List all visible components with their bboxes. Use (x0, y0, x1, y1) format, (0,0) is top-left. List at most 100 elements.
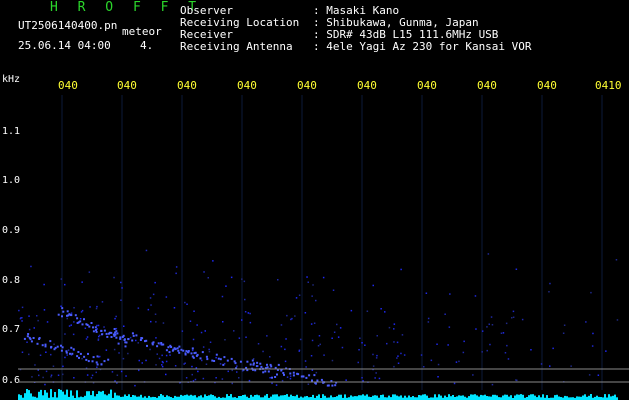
signal-speck (540, 363, 543, 365)
signal-speck (590, 291, 592, 294)
meteor-echo (103, 329, 106, 332)
signal-speck (91, 374, 94, 377)
signal-speck (425, 292, 428, 294)
signal-speck (605, 350, 607, 352)
signal-speck (491, 383, 494, 386)
signal-speck (307, 383, 310, 385)
time-tick: 040 (237, 79, 257, 92)
signal-speck (397, 362, 400, 364)
noise-bar (118, 395, 120, 400)
noise-bar (290, 394, 292, 400)
noise-bar (40, 389, 42, 400)
meteor-echo (95, 361, 98, 364)
noise-bar (426, 395, 428, 400)
signal-speck (420, 354, 423, 356)
signal-speck (84, 327, 87, 329)
signal-speck (285, 338, 287, 340)
signal-speck (361, 377, 363, 379)
spectrogram (18, 95, 629, 400)
signal-speck (204, 330, 206, 332)
noise-bar (192, 395, 194, 400)
meteor-echo (100, 363, 103, 366)
noise-bar (182, 395, 184, 400)
noise-bar (186, 394, 188, 400)
meteor-echo (274, 376, 277, 378)
noise-bar (382, 394, 384, 400)
meteor-echo (283, 373, 285, 376)
signal-speck (64, 333, 66, 335)
signal-speck (444, 313, 446, 315)
signal-speck (378, 377, 381, 380)
noise-bar (286, 394, 288, 400)
signal-speck (463, 340, 465, 343)
signal-speck (195, 367, 198, 369)
signal-speck (73, 321, 75, 323)
noise-bar (266, 394, 268, 400)
signal-speck (275, 384, 278, 386)
signal-speck (257, 343, 260, 345)
signal-speck (125, 375, 127, 377)
noise-bar (100, 391, 102, 400)
noise-bar (394, 394, 396, 400)
signal-speck (502, 332, 505, 334)
meteor-echo (79, 352, 82, 355)
noise-bar (438, 394, 440, 400)
meteor-echo (103, 360, 106, 363)
meteor-echo (313, 374, 316, 377)
signal-speck (191, 365, 193, 368)
meteor-echo (331, 384, 334, 387)
meteor-echo (267, 370, 270, 373)
signal-speck (174, 365, 177, 367)
signal-speck (38, 374, 40, 377)
signal-speck (120, 281, 122, 284)
noise-bar (582, 395, 584, 400)
noise-bar (66, 389, 68, 400)
signal-speck (284, 360, 287, 363)
signal-speck (70, 324, 72, 326)
signal-speck (376, 335, 378, 337)
signal-speck (221, 378, 224, 380)
signal-speck (96, 324, 98, 327)
signal-speck (192, 338, 195, 341)
signal-speck (247, 312, 250, 314)
time-tick: 0410 (595, 79, 622, 92)
meteor-echo (308, 374, 311, 377)
noise-bar (364, 395, 366, 400)
noise-bar (58, 389, 60, 400)
noise-bar (396, 395, 398, 400)
signal-speck (336, 323, 338, 326)
noise-bar (244, 394, 246, 400)
signal-speck (28, 353, 30, 356)
signal-speck (155, 364, 157, 366)
signal-speck (372, 353, 374, 356)
signal-speck (249, 321, 252, 324)
signal-speck (36, 315, 38, 317)
noise-bar (388, 395, 390, 400)
noise-bar (254, 395, 256, 400)
meteor-echo (94, 326, 97, 329)
signal-speck (97, 324, 100, 327)
signal-speck (280, 345, 283, 348)
noise-bar (20, 395, 22, 400)
noise-bar (132, 395, 134, 400)
signal-speck (311, 369, 314, 371)
noise-bar (322, 394, 324, 400)
signal-speck (350, 309, 353, 312)
noise-bar (214, 396, 216, 400)
noise-bar (98, 391, 100, 400)
noise-bar (470, 394, 472, 400)
signal-speck (386, 342, 388, 345)
noise-bar (114, 392, 116, 400)
meteor-echo (256, 361, 259, 364)
signal-speck (207, 277, 209, 279)
signal-speck (284, 348, 286, 351)
signal-speck (18, 309, 20, 312)
meteor-echo (29, 338, 32, 341)
meteor-echo (110, 336, 113, 338)
noise-bar (360, 395, 362, 400)
signal-speck (298, 294, 301, 296)
noise-bar (398, 396, 400, 400)
noise-bar (106, 395, 108, 400)
noise-bar (528, 395, 530, 400)
noise-bar (576, 396, 578, 400)
